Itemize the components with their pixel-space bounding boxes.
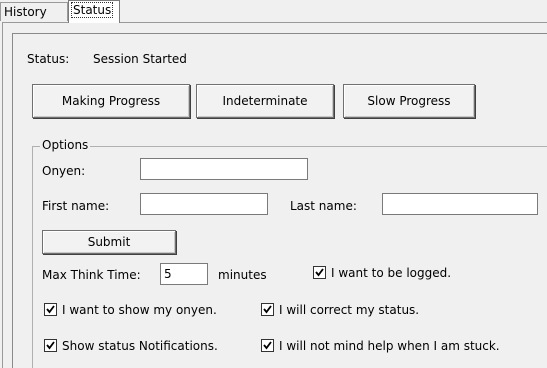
logged-checkbox-label: I want to be logged.: [331, 266, 452, 280]
logged-checkbox[interactable]: [313, 266, 326, 279]
indeterminate-button[interactable]: Indeterminate: [196, 84, 334, 118]
status-notifications-checkbox-label: Show status Notifications.: [62, 339, 218, 353]
minutes-label: minutes: [218, 268, 267, 282]
checkmark-icon: [263, 305, 272, 314]
checkmark-icon: [315, 268, 324, 277]
onyen-input[interactable]: [140, 158, 308, 180]
last-name-input[interactable]: [382, 193, 538, 215]
first-name-label: First name:: [42, 199, 110, 213]
show-onyen-checkbox-label: I want to show my onyen.: [62, 303, 217, 317]
tab-status[interactable]: Status: [68, 0, 120, 23]
status-value: Session Started: [93, 52, 187, 66]
help-when-stuck-checkbox[interactable]: [261, 339, 274, 352]
max-think-time-input[interactable]: [160, 263, 208, 285]
correct-status-checkbox-label: I will correct my status.: [279, 303, 420, 317]
first-name-input[interactable]: [140, 193, 268, 215]
tab-history-label: History: [4, 5, 47, 19]
checkmark-icon: [46, 305, 55, 314]
options-group-title: Options: [40, 138, 91, 152]
checkmark-icon: [46, 341, 55, 350]
help-when-stuck-checkbox-label: I will not mind help when I am stuck.: [279, 339, 500, 353]
status-notifications-checkbox[interactable]: [44, 339, 57, 352]
last-name-label: Last name:: [290, 199, 357, 213]
making-progress-button[interactable]: Making Progress: [32, 84, 190, 118]
max-think-time-label: Max Think Time:: [42, 268, 141, 282]
show-onyen-checkbox[interactable]: [44, 303, 57, 316]
checkmark-icon: [263, 341, 272, 350]
correct-status-checkbox[interactable]: [261, 303, 274, 316]
status-label: Status:: [27, 52, 70, 66]
tab-status-label: Status: [70, 2, 114, 18]
submit-button[interactable]: Submit: [42, 230, 176, 254]
slow-progress-button[interactable]: Slow Progress: [343, 84, 475, 118]
tab-history[interactable]: History: [0, 2, 68, 21]
tab-strip: History Status: [0, 0, 547, 23]
onyen-label: Onyen:: [42, 164, 86, 178]
